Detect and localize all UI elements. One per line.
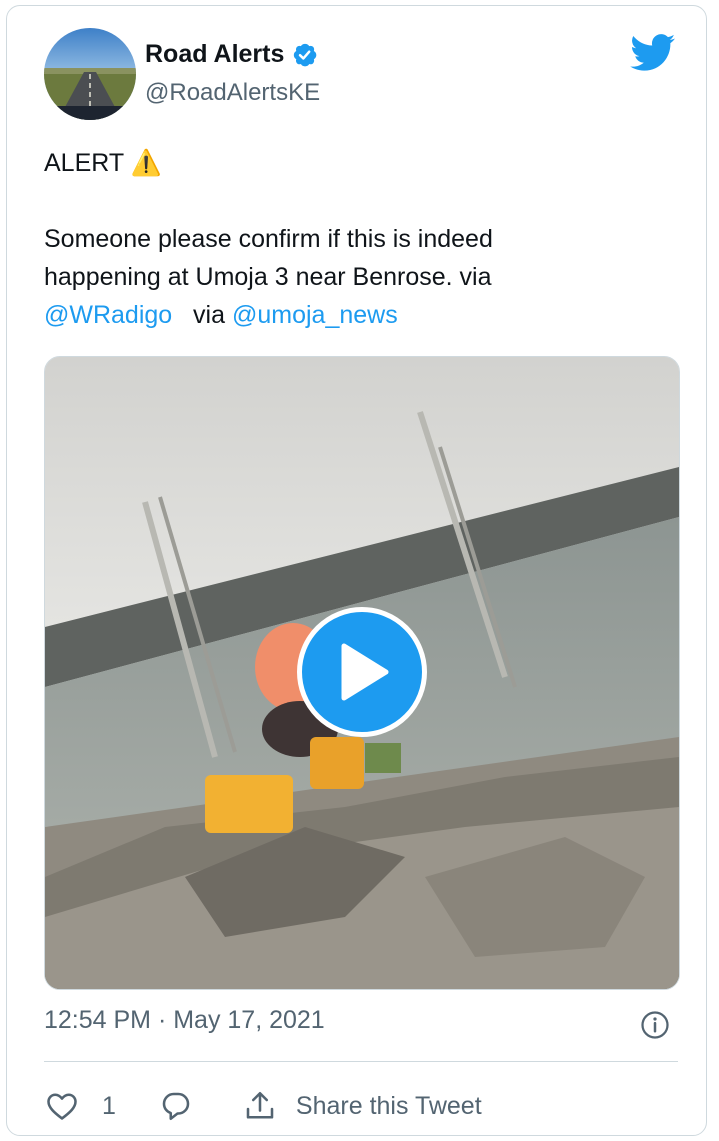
- share-icon: [246, 1091, 274, 1119]
- like-button[interactable]: 1: [44, 1088, 116, 1124]
- share-button[interactable]: Share this Tweet: [242, 1088, 482, 1124]
- info-icon[interactable]: [640, 1010, 670, 1040]
- heart-icon: [47, 1093, 77, 1120]
- twitter-bird-icon[interactable]: [630, 34, 676, 72]
- handle[interactable]: @RoadAlertsKE: [145, 79, 320, 107]
- divider: [44, 1061, 678, 1062]
- display-name[interactable]: Road Alerts: [145, 40, 318, 69]
- action-bar: 1 Share this Tweet: [44, 1078, 482, 1134]
- play-icon: [341, 643, 389, 701]
- reply-icon: [162, 1092, 190, 1121]
- mention-link-umoja-news[interactable]: @umoja_news: [232, 301, 398, 329]
- like-count: 1: [102, 1091, 116, 1120]
- reply-button[interactable]: [158, 1088, 194, 1124]
- mention-link-wradigo[interactable]: @WRadigo: [44, 301, 172, 329]
- video-thumbnail[interactable]: [44, 356, 680, 990]
- display-name-text: Road Alerts: [145, 40, 285, 68]
- tweet-line-alert: ALERT ⚠️: [44, 149, 162, 177]
- tweet-line-mentions: @WRadigo via @umoja_news: [44, 296, 674, 334]
- tweet-card: Road Alerts @RoadAlertsKE ALERT ⚠️ Someo…: [6, 5, 707, 1136]
- avatar[interactable]: [44, 28, 136, 120]
- share-label: Share this Tweet: [295, 1091, 482, 1120]
- tweet-line: Someone please confirm if this is indeed: [44, 225, 493, 253]
- verified-badge-icon: [294, 43, 317, 67]
- play-button[interactable]: [297, 607, 427, 737]
- tweet-timestamp[interactable]: 12:54 PM · May 17, 2021: [44, 1006, 325, 1035]
- tweet-body: ALERT ⚠️ Someone please confirm if this …: [44, 144, 674, 334]
- via-text: via: [193, 301, 226, 329]
- tweet-line: happening at Umoja 3 near Benrose. via: [44, 263, 492, 291]
